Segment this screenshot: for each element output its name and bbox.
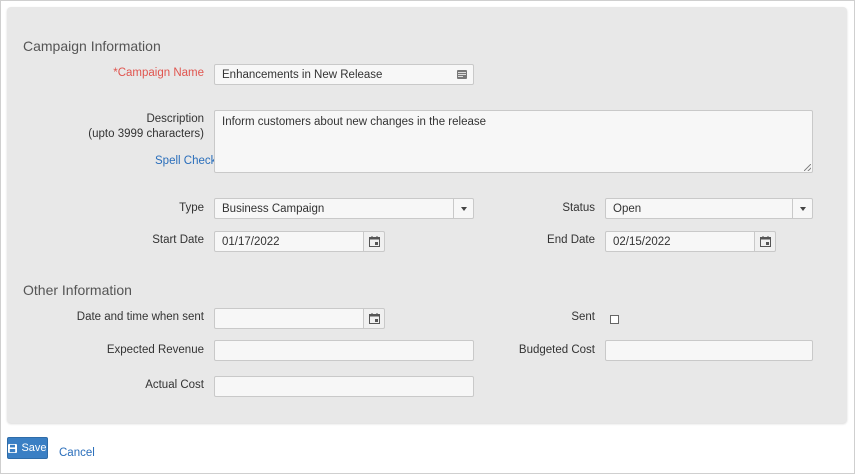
calendar-icon <box>759 236 771 247</box>
calendar-icon <box>368 313 380 324</box>
status-dropdown-arrow[interactable] <box>792 199 812 218</box>
description-textarea[interactable]: Inform customers about new changes in th… <box>214 110 813 173</box>
spell-check-link[interactable]: Spell Check <box>155 155 216 167</box>
end-date-value: 02/15/2022 <box>613 236 671 248</box>
floppy-disk-icon <box>8 443 18 453</box>
actual-cost-input[interactable] <box>214 376 474 397</box>
section-title-other-information: Other Information <box>23 282 132 298</box>
save-button[interactable]: Save <box>7 437 48 459</box>
type-label: Type <box>179 202 204 214</box>
resize-grip-icon[interactable] <box>804 164 811 171</box>
description-limit-label: (upto 3999 characters) <box>88 128 204 140</box>
calendar-icon <box>368 236 380 247</box>
actual-cost-label: Actual Cost <box>145 379 204 391</box>
end-date-calendar-button[interactable] <box>755 231 776 252</box>
date-time-sent-label: Date and time when sent <box>76 311 204 323</box>
campaign-name-label: *Campaign Name <box>113 67 204 79</box>
start-date-label: Start Date <box>152 234 204 246</box>
campaign-name-value: Enhancements in New Release <box>222 69 383 81</box>
expected-revenue-label: Expected Revenue <box>106 344 204 356</box>
date-time-sent-calendar-button[interactable] <box>364 308 385 329</box>
status-label: Status <box>562 202 595 214</box>
end-date-input[interactable]: 02/15/2022 <box>605 231 755 252</box>
status-select[interactable]: Open <box>605 198 813 219</box>
sent-checkbox[interactable] <box>610 315 619 324</box>
start-date-input[interactable]: 01/17/2022 <box>214 231 364 252</box>
end-date-label: End Date <box>547 234 595 246</box>
description-value: Inform customers about new changes in th… <box>222 116 487 128</box>
date-time-sent-input[interactable] <box>214 308 364 329</box>
budgeted-cost-label: Budgeted Cost <box>518 344 595 356</box>
campaign-name-input[interactable]: Enhancements in New Release <box>214 64 474 85</box>
contact-card-icon[interactable] <box>457 70 467 79</box>
start-date-value: 01/17/2022 <box>222 236 280 248</box>
sent-label: Sent <box>571 311 595 323</box>
cancel-link[interactable]: Cancel <box>59 447 95 459</box>
start-date-calendar-button[interactable] <box>364 231 385 252</box>
chevron-down-icon <box>799 206 806 211</box>
status-selected-value: Open <box>613 203 642 215</box>
type-selected-value: Business Campaign <box>222 203 325 215</box>
section-title-campaign-information: Campaign Information <box>23 38 161 54</box>
description-label: Description <box>146 113 204 125</box>
save-button-label: Save <box>21 442 47 454</box>
budgeted-cost-input[interactable] <box>605 340 813 361</box>
